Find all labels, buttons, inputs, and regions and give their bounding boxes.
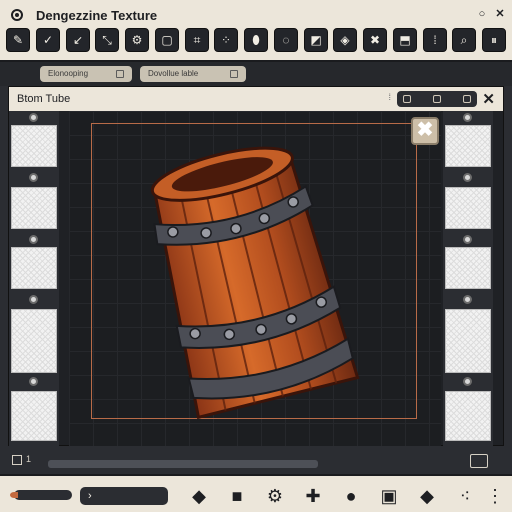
swatch-thumbnail[interactable] bbox=[11, 247, 57, 289]
chevron-right-icon: › bbox=[88, 490, 92, 502]
panel-title: Btom Tube bbox=[17, 93, 71, 105]
view-single-icon[interactable] bbox=[403, 95, 411, 103]
edit-icon[interactable]: ✎ bbox=[6, 28, 30, 52]
close-icon[interactable]: ✕ bbox=[494, 8, 506, 20]
swatch-dot[interactable] bbox=[463, 235, 472, 244]
tab-label: Dovollue lable bbox=[148, 69, 199, 78]
swatch-thumbnail[interactable] bbox=[445, 247, 491, 289]
tab-close-icon[interactable] bbox=[230, 70, 238, 78]
swatch-dot[interactable] bbox=[463, 173, 472, 182]
brush-icon[interactable] bbox=[10, 490, 72, 500]
tab-close-icon[interactable] bbox=[116, 70, 124, 78]
transform-icon[interactable]: ⤡ bbox=[95, 28, 119, 52]
texture-panel: Btom Tube ⁞ ✕ ✖ bbox=[8, 86, 504, 447]
swatch-dot[interactable] bbox=[463, 113, 472, 122]
tab-strip: Elonooping Dovollue lable bbox=[0, 62, 512, 86]
grid-icon[interactable]: ⁞ bbox=[423, 28, 447, 52]
barrel-texture-image bbox=[150, 146, 360, 420]
panel-header: Btom Tube ⁞ ✕ bbox=[9, 87, 503, 111]
panel-view-switcher[interactable] bbox=[397, 91, 477, 107]
status-bar: 1 bbox=[0, 446, 512, 474]
cube-icon[interactable]: ⬒ bbox=[393, 28, 417, 52]
swatch-thumbnail[interactable] bbox=[11, 391, 57, 441]
swatch-dot[interactable] bbox=[29, 295, 38, 304]
swatch-thumbnail[interactable] bbox=[445, 125, 491, 167]
capsule-icon[interactable]: ⬮ bbox=[244, 28, 268, 52]
app-icon bbox=[11, 9, 23, 21]
crop-icon[interactable]: ⌗ bbox=[185, 28, 209, 52]
scatter-icon[interactable]: ⁖ bbox=[454, 485, 476, 507]
search-icon[interactable]: ⌕ bbox=[452, 28, 476, 52]
pin-icon[interactable]: ⁞ bbox=[388, 92, 391, 102]
expand-icon[interactable] bbox=[470, 454, 488, 468]
tab-dovollue-lable[interactable]: Dovollue lable bbox=[140, 66, 246, 82]
view-split-icon[interactable] bbox=[433, 95, 441, 103]
swatch-dot[interactable] bbox=[29, 377, 38, 386]
gear-icon[interactable]: ⚙ bbox=[264, 485, 286, 507]
left-swatch-column bbox=[9, 111, 59, 447]
texture-canvas[interactable]: ✖ bbox=[69, 111, 441, 447]
layer-toggle-icon[interactable] bbox=[12, 455, 22, 465]
main-toolbar: ✎ ✓ ↙ ⤡ ⚙ ▢ ⌗ ⁘ ⬮ ◌ ◩ ◈ ✖ ⬒ ⁞ ⌕ ⏸ bbox=[6, 28, 506, 54]
swatch-dot[interactable] bbox=[463, 295, 472, 304]
swatch-thumbnail[interactable] bbox=[445, 309, 491, 373]
select-icon[interactable]: ▢ bbox=[155, 28, 179, 52]
tab-elonooping[interactable]: Elonooping bbox=[40, 66, 132, 82]
swatch-dot[interactable] bbox=[463, 377, 472, 386]
diamond-icon[interactable]: ◆ bbox=[416, 485, 438, 507]
right-swatch-column bbox=[443, 111, 493, 447]
panel-close-icon[interactable]: ✕ bbox=[482, 90, 495, 108]
cross-icon[interactable]: ✖ bbox=[363, 28, 387, 52]
grid-box-icon[interactable]: ▣ bbox=[378, 485, 400, 507]
bottom-toolbar: › ◆ ■ ⚙ ✚ ● ▣ ◆ ⁖ ⋮ bbox=[0, 474, 512, 512]
small-diamond-icon[interactable]: ◆ bbox=[188, 485, 210, 507]
canvas-close-button[interactable]: ✖ bbox=[411, 117, 439, 145]
swatch-dot[interactable] bbox=[29, 235, 38, 244]
swatch-thumbnail[interactable] bbox=[11, 125, 57, 167]
layer-count: 1 bbox=[26, 454, 32, 464]
bomb-icon[interactable]: ● bbox=[340, 485, 362, 507]
window-title: Dengezzine Texture bbox=[36, 8, 158, 23]
tab-label: Elonooping bbox=[48, 69, 89, 78]
brush-dropdown[interactable]: › bbox=[80, 487, 168, 505]
swatch-thumbnail[interactable] bbox=[445, 391, 491, 441]
swatch-dot[interactable] bbox=[29, 173, 38, 182]
gear-icon[interactable]: ⚙ bbox=[125, 28, 149, 52]
swatch-thumbnail[interactable] bbox=[11, 309, 57, 373]
lasso-icon[interactable]: ◌ bbox=[274, 28, 298, 52]
minimize-icon[interactable]: ○ bbox=[476, 8, 488, 20]
square-icon[interactable]: ■ bbox=[226, 485, 248, 507]
layer-icon[interactable]: ◩ bbox=[304, 28, 328, 52]
node-icon[interactable]: ◈ bbox=[333, 28, 357, 52]
check-icon[interactable]: ✓ bbox=[36, 28, 60, 52]
title-bar: Dengezzine Texture ○ ✕ ✎ ✓ ↙ ⤡ ⚙ ▢ ⌗ ⁘ ⬮ ◌ ◩ ◈ ✖ ⬒ ⁞ ⌕ ⏸ bbox=[0, 0, 512, 62]
export-icon[interactable]: ↙ bbox=[66, 28, 90, 52]
scrollbar-thumb[interactable] bbox=[48, 460, 318, 468]
swatch-thumbnail[interactable] bbox=[11, 187, 57, 229]
pause-icon[interactable]: ⏸ bbox=[482, 28, 506, 52]
view-grid-icon[interactable] bbox=[463, 95, 471, 103]
dots-icon[interactable]: ⋮ bbox=[484, 485, 506, 507]
dice-icon[interactable]: ⁘ bbox=[214, 28, 238, 52]
cross-cog-icon[interactable]: ✚ bbox=[302, 485, 324, 507]
swatch-thumbnail[interactable] bbox=[445, 187, 491, 229]
swatch-dot[interactable] bbox=[29, 113, 38, 122]
horizontal-scrollbar[interactable] bbox=[48, 460, 318, 468]
